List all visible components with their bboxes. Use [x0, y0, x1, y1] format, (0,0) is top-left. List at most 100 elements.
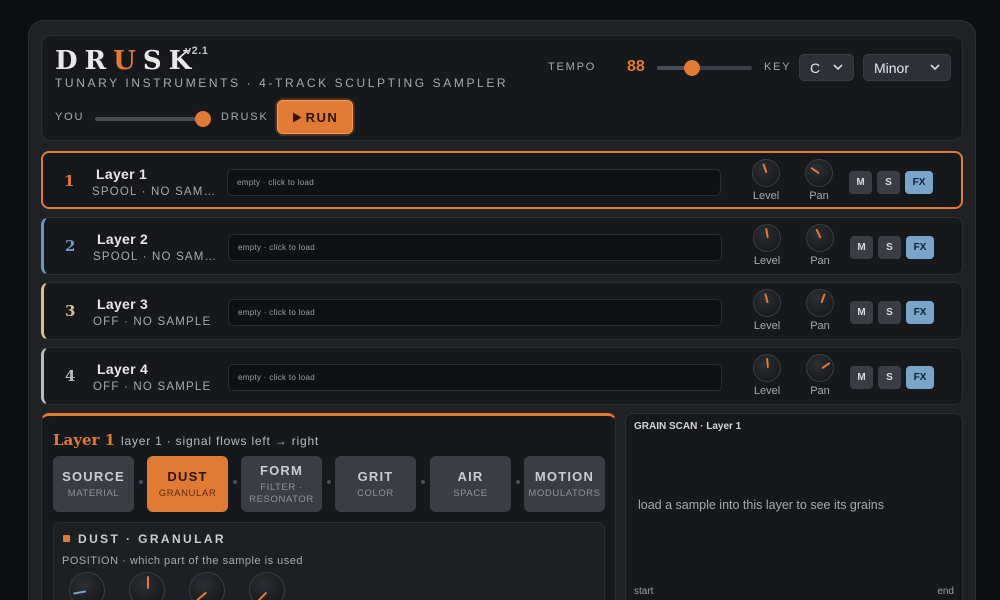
level-label: Level	[753, 320, 781, 332]
slider-thumb[interactable]	[195, 111, 212, 127]
pan-label: Pan	[810, 385, 830, 397]
pan-knob[interactable]	[806, 224, 834, 252]
sample-drop-zone[interactable]: empty · click to load	[228, 234, 722, 261]
knob-pointer	[256, 591, 268, 600]
tab-grit[interactable]: GRIT COLOR	[335, 456, 416, 512]
run-label: RUN	[305, 109, 339, 125]
pan-control: Pan	[800, 289, 840, 332]
mute-button[interactable]: M	[850, 366, 873, 389]
pan-label: Pan	[809, 190, 829, 202]
fx-button[interactable]: FX	[906, 236, 934, 259]
slider-thumb[interactable]	[684, 60, 701, 76]
knob-pointer	[821, 361, 831, 370]
level-knob[interactable]	[752, 159, 780, 187]
fx-button[interactable]: FX	[905, 171, 933, 194]
key-select-value: C	[810, 59, 821, 76]
tab-sublabel: MODULATORS	[528, 488, 601, 499]
sample-drop-zone[interactable]: empty · click to load	[227, 169, 721, 196]
layer-row-2[interactable]: 2 Layer 2 SPOOL · NO SAMPLE empty · clic…	[41, 217, 963, 275]
layer-name: Layer 2	[97, 231, 149, 247]
fx-button[interactable]: FX	[906, 366, 934, 389]
tempo-label: TEMPO	[548, 61, 597, 73]
scale-select[interactable]: Minor	[863, 54, 951, 81]
scan-start-label: start	[634, 586, 654, 597]
run-button[interactable]: RUN	[277, 100, 353, 134]
tab-source[interactable]: SOURCE MATERIAL	[53, 456, 134, 512]
tempo-value: 88	[627, 58, 645, 75]
tab-label: MOTION	[534, 469, 595, 484]
tab-motion[interactable]: MOTION MODULATORS	[524, 456, 605, 512]
layer-row-3[interactable]: 3 Layer 3 OFF · NO SAMPLE empty · click …	[41, 282, 963, 340]
level-control: Level	[747, 289, 787, 332]
granular-knob-4[interactable]	[249, 572, 285, 600]
granular-knob-3[interactable]	[189, 572, 225, 600]
grain-scan-panel[interactable]: GRAIN SCAN · Layer 1 load a sample into …	[625, 413, 963, 600]
pan-knob[interactable]	[806, 354, 834, 382]
tab-label: GRIT	[357, 469, 394, 484]
grain-scan-title: GRAIN SCAN · Layer 1	[634, 421, 742, 432]
pan-knob[interactable]	[805, 159, 833, 187]
play-icon	[292, 112, 302, 122]
fx-button[interactable]: FX	[906, 301, 934, 324]
key-select[interactable]: C	[799, 54, 854, 81]
level-label: Level	[752, 190, 780, 202]
panel-title: Layer 1	[53, 431, 116, 449]
knob-pointer	[195, 591, 208, 600]
pan-control: Pan	[800, 224, 840, 267]
tab-separator	[139, 480, 143, 484]
granular-knob-2[interactable]	[129, 572, 165, 600]
tab-form[interactable]: FORM FILTER · RESONATOR	[241, 456, 322, 512]
pan-knob[interactable]	[806, 289, 834, 317]
tab-sublabel: GRANULAR	[158, 488, 217, 499]
layer-number: 2	[65, 237, 76, 255]
section-description: POSITION · which part of the sample is u…	[62, 555, 303, 567]
level-knob[interactable]	[753, 354, 781, 382]
knob-pointer	[810, 166, 820, 175]
tab-separator	[233, 480, 237, 484]
knob-pointer	[820, 293, 826, 304]
tab-label: AIR	[457, 469, 484, 484]
mute-button[interactable]: M	[849, 171, 872, 194]
tab-separator	[516, 480, 520, 484]
tab-sublabel: FILTER · RESONATOR	[249, 482, 314, 505]
solo-button[interactable]: S	[878, 236, 901, 259]
level-knob[interactable]	[753, 224, 781, 252]
mute-button[interactable]: M	[850, 236, 873, 259]
pan-control: Pan	[799, 159, 839, 202]
solo-button[interactable]: S	[877, 171, 900, 194]
slider-fill	[95, 117, 204, 121]
tab-sublabel: MATERIAL	[67, 488, 120, 499]
tab-sublabel: COLOR	[357, 488, 394, 499]
solo-button[interactable]: S	[878, 301, 901, 324]
sample-drop-zone[interactable]: empty · click to load	[228, 299, 722, 326]
pan-control: Pan	[800, 354, 840, 397]
level-label: Level	[753, 255, 781, 267]
mute-button[interactable]: M	[850, 301, 873, 324]
knob-pointer	[815, 228, 822, 239]
tab-air[interactable]: AIR SPACE	[430, 456, 511, 512]
solo-button[interactable]: S	[878, 366, 901, 389]
knob-pointer	[147, 576, 149, 589]
layer-status: SPOOL · NO SAMPLE	[92, 186, 222, 198]
tab-dust[interactable]: DUST GRANULAR	[147, 456, 228, 512]
level-control: Level	[746, 159, 786, 202]
layer-name: Layer 4	[97, 361, 149, 377]
tempo-slider[interactable]	[657, 60, 752, 76]
app-subtitle: TUNARY INSTRUMENTS · 4-TRACK SCULPTING S…	[55, 76, 509, 90]
knob-pointer	[73, 590, 87, 595]
position-knob[interactable]	[69, 572, 105, 600]
level-knob[interactable]	[753, 289, 781, 317]
layer-editor-panel: Layer 1 layer 1 · signal flows left → ri…	[41, 413, 616, 600]
layer-number: 4	[65, 367, 76, 385]
section-marker	[63, 535, 70, 542]
you-drusk-slider[interactable]	[95, 111, 212, 127]
pan-label: Pan	[810, 255, 830, 267]
layer-number: 1	[64, 172, 75, 190]
sample-drop-zone[interactable]: empty · click to load	[228, 364, 722, 391]
layer-row-1[interactable]: 1 Layer 1 SPOOL · NO SAMPLE empty · clic…	[41, 151, 963, 209]
layer-row-4[interactable]: 4 Layer 4 OFF · NO SAMPLE empty · click …	[41, 347, 963, 405]
tab-sublabel: SPACE	[453, 488, 488, 499]
tab-separator	[421, 480, 425, 484]
drusk-label: DRUSK	[221, 111, 269, 123]
layer-number: 3	[65, 302, 76, 320]
